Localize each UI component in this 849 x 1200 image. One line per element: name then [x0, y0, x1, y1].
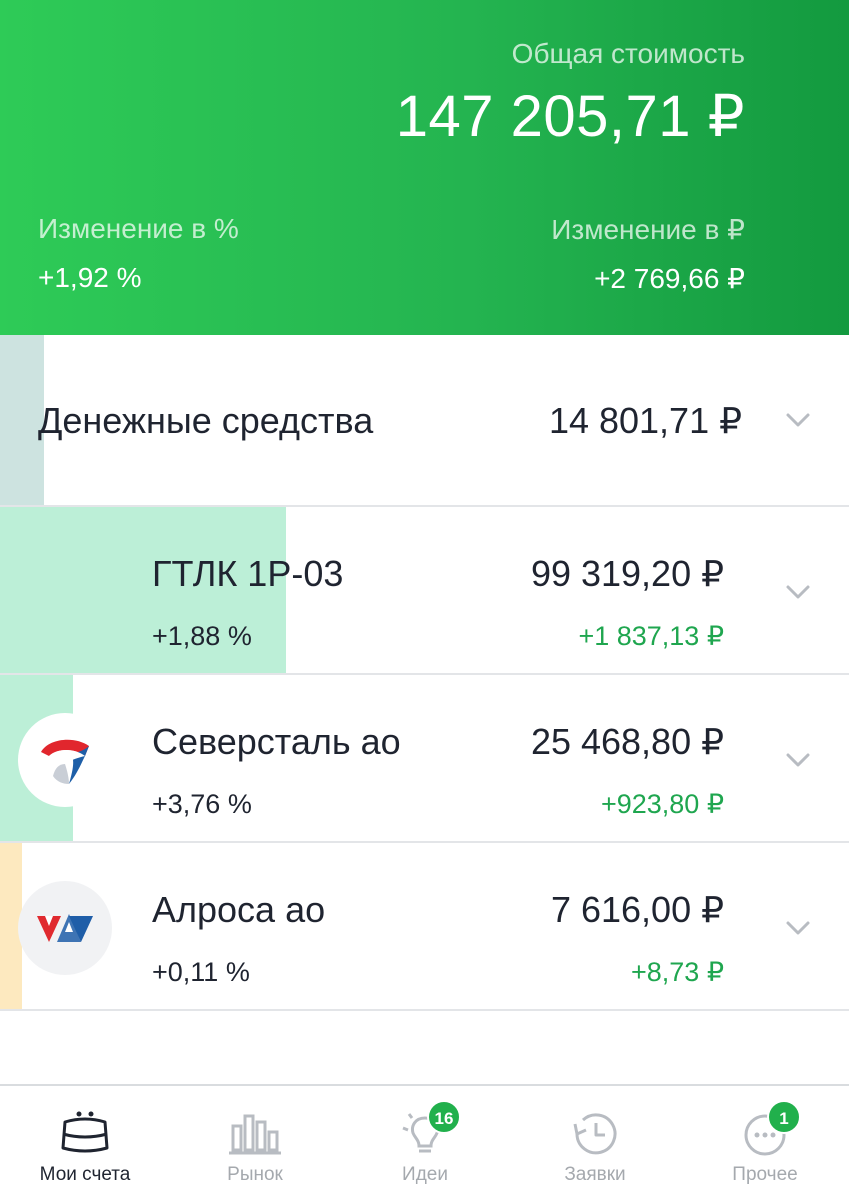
asset-change-percent: +1,88 % [152, 621, 252, 651]
asset-row[interactable]: Северсталь ао +3,76 % 25 468,80 ₽ +923,8… [0, 675, 849, 843]
asset-value: 99 319,20 ₽ [530, 553, 724, 594]
history-clock-icon [567, 1108, 623, 1158]
asset-row[interactable]: ГТЛК 1Р-03 +1,88 % 99 319,20 ₽ +1 837,13… [0, 507, 849, 675]
cash-name: Денежные средства [38, 400, 374, 441]
nav-item-orders[interactable]: Заявки [510, 1086, 680, 1200]
asset-row[interactable]: Алроса ао +0,11 % 7 616,00 ₽ +8,73 ₽ [0, 843, 849, 1011]
ideas-count-badge: 16 [427, 1100, 461, 1134]
alrosa-logo-icon [18, 881, 112, 975]
chevron-down-icon[interactable] [783, 913, 813, 943]
asset-profit: +923,80 ₽ [600, 789, 724, 819]
nav-label: Мои счета [39, 1164, 131, 1185]
asset-change-percent: +0,11 % [152, 957, 250, 987]
asset-change-percent: +3,76 % [152, 789, 252, 819]
change-rub-label: Изменение в ₽ [551, 214, 745, 245]
chevron-down-icon[interactable] [783, 405, 813, 435]
change-rub-value: +2 769,66 ₽ [594, 263, 745, 294]
nav-item-more[interactable]: 1 Прочее [680, 1086, 849, 1200]
more-count-badge: 1 [767, 1100, 801, 1134]
nav-label: Прочее [732, 1164, 798, 1185]
nav-label: Заявки [564, 1164, 626, 1185]
total-value-label: Общая стоимость [511, 38, 745, 69]
chevron-down-icon[interactable] [783, 745, 813, 775]
asset-value: 7 616,00 ₽ [550, 889, 724, 930]
change-percent-label: Изменение в % [38, 213, 239, 244]
portfolio-summary-header: Общая стоимость 147 205,71 ₽ Изменение в… [0, 0, 849, 335]
cash-value: 14 801,71 ₽ [548, 400, 742, 441]
nav-item-market[interactable]: Рынок [170, 1086, 340, 1200]
asset-name: Северсталь ао [152, 721, 401, 762]
wallet-icon [57, 1108, 113, 1158]
nav-item-ideas[interactable]: 16 Идеи [340, 1086, 510, 1200]
severstal-logo-icon [18, 713, 112, 807]
bottom-navigation: Мои счета Рынок 16 Идеи Заявки 1 Прочее [0, 1084, 849, 1200]
asset-profit: +8,73 ₽ [631, 957, 724, 987]
total-value: 147 205,71 ₽ [395, 84, 745, 149]
change-percent-value: +1,92 % [38, 262, 142, 293]
nav-label: Рынок [227, 1164, 283, 1185]
nav-item-accounts[interactable]: Мои счета [0, 1086, 170, 1200]
asset-name: Алроса ао [152, 889, 326, 930]
nav-label: Идеи [402, 1164, 448, 1185]
cash-row[interactable]: Денежные средства 14 801,71 ₽ [0, 335, 849, 507]
chevron-down-icon[interactable] [783, 577, 813, 607]
bar-chart-icon [227, 1108, 283, 1158]
asset-value: 25 468,80 ₽ [530, 721, 724, 762]
asset-profit: +1 837,13 ₽ [578, 621, 724, 651]
asset-name: ГТЛК 1Р-03 [152, 553, 344, 594]
